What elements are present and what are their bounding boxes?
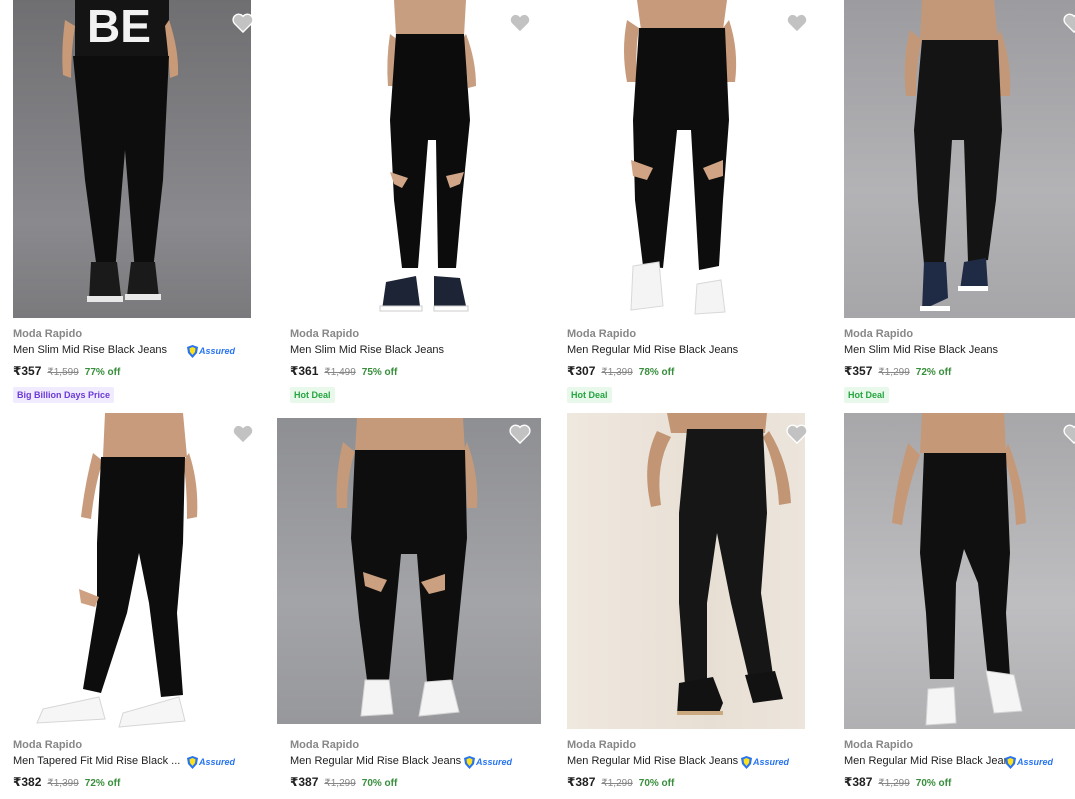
product-image[interactable] [567,413,805,729]
product-card[interactable]: Moda Rapido Men Regular Mid Rise Black J… [277,411,554,799]
original-price: ₹1,299 [878,367,910,378]
price-row: ₹382 ₹1,399 72% off [13,775,120,789]
product-brand: Moda Rapido [844,739,914,751]
wishlist-heart-icon[interactable] [1063,13,1075,33]
selling-price: ₹387 [290,775,319,789]
original-price: ₹1,299 [601,778,633,789]
product-image[interactable] [567,0,805,318]
product-title[interactable]: Men Regular Mid Rise Black Jeans [844,755,1015,767]
product-card[interactable]: Moda Rapido Men Slim Mid Rise Black Jean… [831,0,1075,411]
assured-shield-icon [1005,755,1016,769]
wishlist-heart-icon[interactable] [509,424,531,444]
assured-badge: Assured [464,755,512,769]
product-brand: Moda Rapido [13,739,83,751]
selling-price: ₹361 [290,364,319,378]
product-card[interactable]: Moda Rapido Men Regular Mid Rise Black J… [554,0,831,411]
original-price: ₹1,399 [601,367,633,378]
original-price: ₹1,299 [324,778,356,789]
wishlist-heart-icon[interactable] [786,424,808,444]
discount-percent: 70% off [361,778,398,789]
assured-shield-icon [187,344,198,358]
discount-percent: 75% off [361,367,398,378]
assured-label: Assured [199,346,236,356]
assured-shield-icon [464,755,475,769]
offer-tag: Big Billion Days Price [13,387,115,403]
wishlist-heart-icon[interactable] [232,13,254,33]
product-image[interactable]: BE [13,0,251,318]
assured-label: Assured [753,757,790,767]
price-row: ₹307 ₹1,399 78% off [567,364,674,378]
assured-badge: Assured [1005,755,1053,769]
product-brand: Moda Rapido [844,328,914,340]
selling-price: ₹387 [844,775,873,789]
assured-badge: Assured [187,344,235,358]
product-title[interactable]: Men Regular Mid Rise Black Jeans [567,755,738,767]
discount-percent: 72% off [915,367,952,378]
selling-price: ₹357 [13,364,42,378]
product-title[interactable]: Men Regular Mid Rise Black Jeans [290,755,461,767]
product-brand: Moda Rapido [290,739,360,751]
discount-percent: 77% off [84,367,121,378]
original-price: ₹1,299 [878,778,910,789]
product-card[interactable]: Moda Rapido Men Regular Mid Rise Black J… [554,411,831,799]
product-card[interactable]: Moda Rapido Men Tapered Fit Mid Rise Bla… [0,411,277,799]
discount-percent: 70% off [638,778,675,789]
product-brand: Moda Rapido [567,739,637,751]
discount-percent: 72% off [84,778,121,789]
assured-label: Assured [199,757,236,767]
selling-price: ₹382 [13,775,42,789]
product-grid: BE Moda Rapido Men Slim Mid Rise Black J… [0,0,1075,799]
offer-tag: Hot Deal [844,387,889,403]
original-price: ₹1,399 [47,778,79,789]
original-price: ₹1,499 [324,367,356,378]
original-price: ₹1,599 [47,367,79,378]
price-row: ₹361 ₹1,499 75% off [290,364,397,378]
assured-badge: Assured [741,755,789,769]
assured-label: Assured [1017,757,1054,767]
product-card[interactable]: Moda Rapido Men Regular Mid Rise Black J… [831,411,1075,799]
price-row: ₹387 ₹1,299 70% off [290,775,397,789]
discount-percent: 70% off [915,778,952,789]
selling-price: ₹387 [567,775,596,789]
product-image[interactable] [290,0,528,318]
product-title[interactable]: Men Slim Mid Rise Black Jeans [844,344,998,356]
discount-percent: 78% off [638,367,675,378]
assured-badge: Assured [187,755,235,769]
assured-shield-icon [187,755,198,769]
product-brand: Moda Rapido [567,328,637,340]
selling-price: ₹307 [567,364,596,378]
offer-tag: Hot Deal [290,387,335,403]
price-row: ₹357 ₹1,599 77% off [13,364,120,378]
wishlist-heart-icon[interactable] [786,13,808,33]
product-title[interactable]: Men Slim Mid Rise Black Jeans [13,344,167,356]
assured-label: Assured [476,757,513,767]
selling-price: ₹357 [844,364,873,378]
svg-text:BE: BE [87,0,151,52]
product-brand: Moda Rapido [13,328,83,340]
offer-tag: Hot Deal [567,387,612,403]
wishlist-heart-icon[interactable] [509,13,531,33]
product-brand: Moda Rapido [290,328,360,340]
product-card[interactable]: BE Moda Rapido Men Slim Mid Rise Black J… [0,0,277,411]
wishlist-heart-icon[interactable] [1063,424,1075,444]
assured-shield-icon [741,755,752,769]
product-image[interactable] [277,418,541,724]
product-image[interactable] [13,413,251,731]
price-row: ₹387 ₹1,299 70% off [844,775,951,789]
price-row: ₹357 ₹1,299 72% off [844,364,951,378]
product-title[interactable]: Men Regular Mid Rise Black Jeans [567,344,738,356]
product-image[interactable] [844,0,1075,318]
product-title[interactable]: Men Slim Mid Rise Black Jeans [290,344,444,356]
wishlist-heart-icon[interactable] [232,424,254,444]
product-image[interactable] [844,413,1075,729]
product-card[interactable]: Moda Rapido Men Slim Mid Rise Black Jean… [277,0,554,411]
product-title[interactable]: Men Tapered Fit Mid Rise Black ... [13,755,186,767]
price-row: ₹387 ₹1,299 70% off [567,775,674,789]
